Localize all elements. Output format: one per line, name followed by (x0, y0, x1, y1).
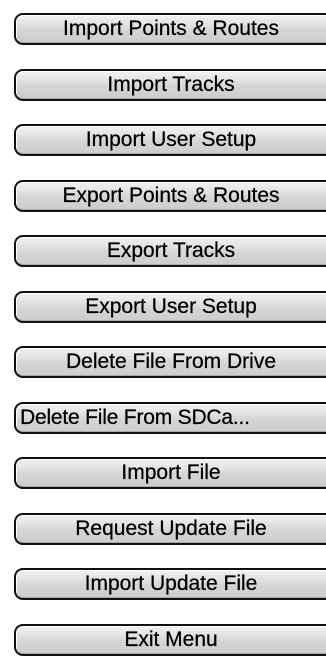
import-user-setup-button[interactable]: Import User Setup (14, 124, 326, 156)
import-update-file-button[interactable]: Import Update File (14, 568, 326, 600)
export-tracks-button[interactable]: Export Tracks (14, 235, 326, 267)
request-update-file-button[interactable]: Request Update File (14, 513, 326, 545)
import-tracks-button[interactable]: Import Tracks (14, 69, 326, 101)
import-file-button[interactable]: Import File (14, 457, 326, 489)
delete-file-from-sdcard-button[interactable]: Delete File From SDCa... (14, 402, 326, 434)
export-user-setup-button[interactable]: Export User Setup (14, 291, 326, 323)
exit-menu-button[interactable]: Exit Menu (14, 624, 326, 656)
export-points-routes-button[interactable]: Export Points & Routes (14, 180, 326, 212)
file-transfer-menu: Import Points & Routes Import Tracks Imp… (0, 0, 326, 656)
delete-file-from-drive-button[interactable]: Delete File From Drive (14, 346, 326, 378)
import-points-routes-button[interactable]: Import Points & Routes (14, 13, 326, 45)
